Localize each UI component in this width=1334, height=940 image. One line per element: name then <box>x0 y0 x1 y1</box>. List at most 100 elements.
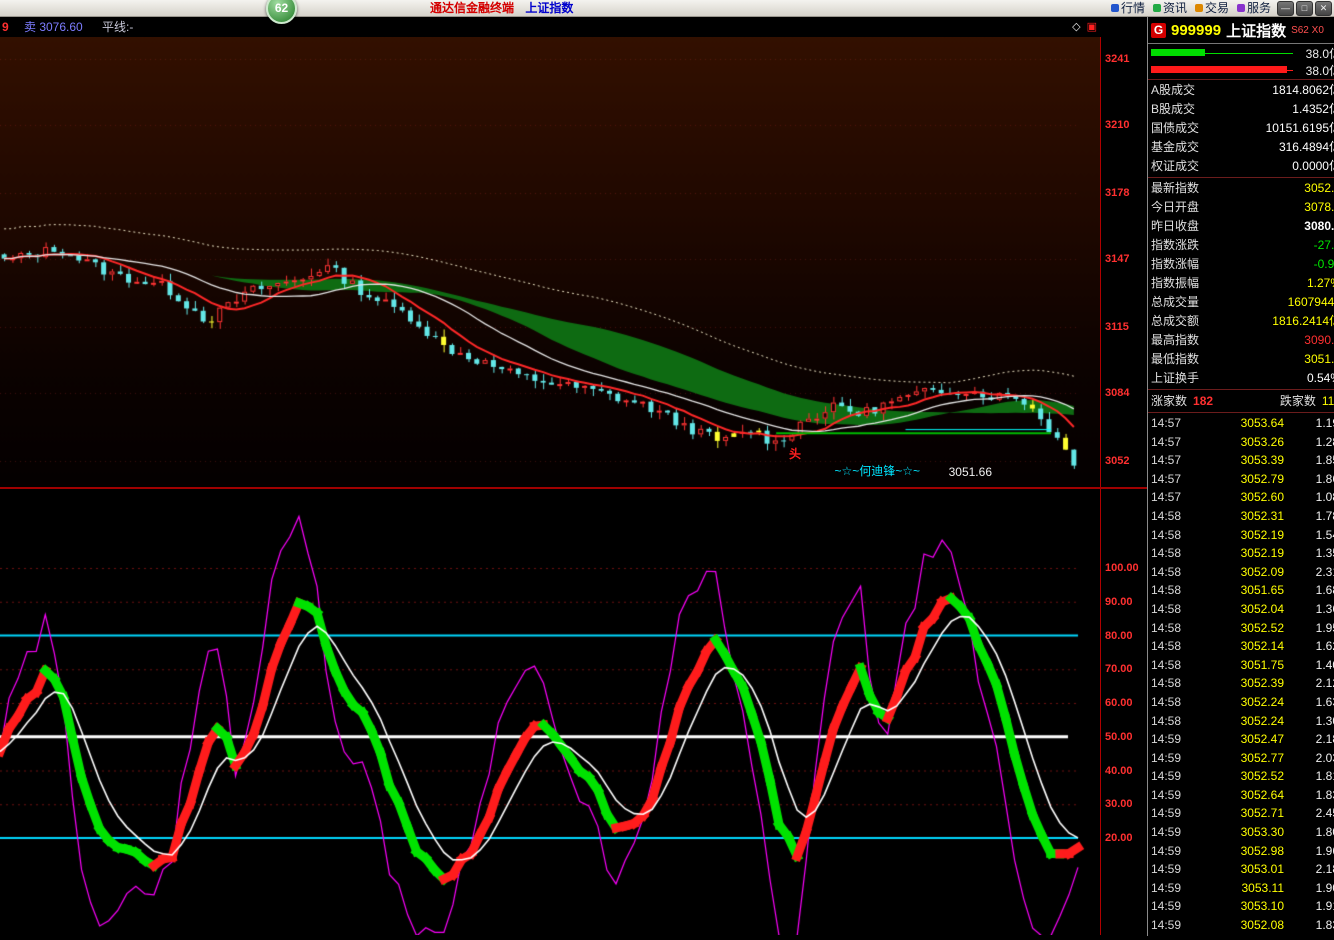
tick-row[interactable]: 14:58 3052.24 1.30 <box>1148 712 1334 731</box>
tick-volume: 1.80 <box>1315 825 1334 840</box>
tick-volume: 1.78 <box>1315 508 1334 523</box>
main-area: 9 卖 3076.60 平线:- ◇ ▣ ~☆~何迪锋~☆~ 3051.66 头… <box>0 17 1334 936</box>
tick-price: 3053.10 <box>1240 899 1284 914</box>
field-value: 1814.8062亿 <box>1272 83 1334 97</box>
tick-row[interactable]: 14:57 3052.79 1.86 <box>1148 470 1334 489</box>
index-row: 今日开盘 3078.1 <box>1148 198 1334 217</box>
tick-row[interactable]: 14:59 3053.11 1.90 <box>1148 879 1334 898</box>
field-value: -0.90 <box>1313 257 1334 271</box>
tick-row[interactable]: 14:59 3052.47 2.18 <box>1148 730 1334 749</box>
trade-icon <box>1194 4 1203 12</box>
index-row: 总成交量 16079445 <box>1148 293 1334 312</box>
field-label: 最新指数 <box>1151 181 1200 195</box>
market-breadth-row: 涨家数 182 跌家数 113 <box>1148 391 1334 411</box>
tick-volume: 1.36 <box>1315 601 1334 616</box>
tick-row[interactable]: 14:57 3053.64 1.19 <box>1148 414 1334 433</box>
minimize-button[interactable]: — <box>1277 0 1294 16</box>
window-subtitle: 上证指数 <box>525 1 574 15</box>
tick-row[interactable]: 14:59 3052.98 1.96 <box>1148 842 1334 861</box>
y-axis-tick-label: 3052 <box>1105 455 1130 467</box>
y-axis-tick-label: 30.00 <box>1105 798 1133 811</box>
tick-price: 3052.71 <box>1240 806 1284 821</box>
tick-time: 14:57 <box>1151 471 1182 486</box>
tick-row[interactable]: 14:58 3051.75 1.40 <box>1148 656 1334 675</box>
field-value: -27.7 <box>1313 238 1334 252</box>
decliners-label: 跌家数 <box>1279 394 1316 408</box>
tick-volume: 1.63 <box>1315 694 1334 709</box>
tick-row[interactable]: 14:58 3052.19 1.35 <box>1148 544 1334 563</box>
tick-row[interactable]: 14:58 3052.19 1.54 <box>1148 526 1334 545</box>
advancers-count: 182 <box>1193 394 1214 408</box>
field-value: 3052.7 <box>1304 181 1334 195</box>
index-row: 总成交额 1816.2414亿 <box>1148 312 1334 331</box>
tick-price: 3051.75 <box>1240 657 1284 672</box>
tick-row[interactable]: 14:59 3052.52 1.81 <box>1148 767 1334 786</box>
y-axis-tick-label: 3178 <box>1105 187 1130 199</box>
chart-header-icons: ◇ ▣ <box>1072 17 1097 37</box>
close-button[interactable]: ✕ <box>1315 0 1332 16</box>
field-value: 0.0000亿 <box>1292 159 1334 173</box>
tick-row[interactable]: 14:59 3052.64 1.83 <box>1148 786 1334 805</box>
tick-row[interactable]: 14:59 3053.30 1.80 <box>1148 823 1334 842</box>
stock-name[interactable]: 上证指数 <box>1226 20 1286 41</box>
tick-time: 14:59 <box>1151 732 1182 747</box>
tick-row[interactable]: 14:58 3052.04 1.36 <box>1148 600 1334 619</box>
quote-panel-header: G 999999 上证指数 S62 X0 <box>1148 17 1334 44</box>
field-label: 国债成交 <box>1151 121 1200 135</box>
tick-row[interactable]: 14:57 3053.26 1.28 <box>1148 433 1334 452</box>
tick-row[interactable]: 14:58 3052.24 1.63 <box>1148 693 1334 712</box>
tick-row[interactable]: 14:58 3052.09 2.31 <box>1148 563 1334 582</box>
diamond-icon[interactable]: ◇ <box>1072 17 1080 37</box>
tick-time: 14:58 <box>1151 527 1182 542</box>
tick-time: 14:59 <box>1151 862 1182 877</box>
tick-row[interactable]: 14:58 3051.65 1.68 <box>1148 581 1334 600</box>
advancers-label: 涨家数 <box>1151 394 1188 408</box>
field-label: 今日开盘 <box>1151 200 1200 214</box>
tick-row[interactable]: 14:59 3052.71 2.45 <box>1148 804 1334 823</box>
tick-volume: 2.12 <box>1315 676 1334 691</box>
tick-price: 3053.11 <box>1241 880 1285 895</box>
y-axis-tick-label: 60.00 <box>1105 697 1133 709</box>
menu-item-交易[interactable]: 交易 <box>1194 0 1229 16</box>
gauge-row-buy: 38.0亿 <box>1148 44 1334 61</box>
tick-row[interactable]: 14:57 3052.60 1.08 <box>1148 488 1334 507</box>
window-title: 通达信金融终端 上证指数 <box>430 0 573 16</box>
tick-volume: 1.91 <box>1315 899 1334 914</box>
tick-row[interactable]: 14:59 3053.10 1.91 <box>1148 897 1334 916</box>
menu-item-label: 行情 <box>1120 1 1145 15</box>
candlestick-chart-canvas[interactable] <box>0 37 1100 487</box>
tick-time: 14:59 <box>1151 843 1182 858</box>
maximize-button[interactable]: □ <box>1296 0 1313 16</box>
field-label: A股成交 <box>1151 83 1196 97</box>
tick-volume: 2.31 <box>1315 564 1334 579</box>
menu-item-label: 服务 <box>1246 1 1271 15</box>
menu-item-行情[interactable]: 行情 <box>1110 0 1145 16</box>
tick-time: 14:58 <box>1151 657 1182 672</box>
separator <box>1148 177 1334 178</box>
buy-sell-gauges: 38.0亿 38.0亿 <box>1148 44 1334 78</box>
y-axis-tick-label: 40.00 <box>1105 764 1133 777</box>
tick-row[interactable]: 14:59 3052.77 2.03 <box>1148 749 1334 768</box>
tick-row[interactable]: 14:58 3052.52 1.95 <box>1148 619 1334 638</box>
tick-row[interactable]: 14:58 3052.31 1.78 <box>1148 507 1334 526</box>
volume-row: B股成交 1.4352亿 <box>1148 100 1334 119</box>
field-value: 3090.8 <box>1304 333 1334 347</box>
tick-price: 3052.09 <box>1240 564 1284 579</box>
tick-volume: 1.40 <box>1315 657 1334 672</box>
menu-item-服务[interactable]: 服务 <box>1236 0 1271 16</box>
tick-row[interactable]: 14:58 3052.14 1.62 <box>1148 637 1334 656</box>
chart-close-icon[interactable]: ▣ <box>1087 17 1097 37</box>
menu-item-资讯[interactable]: 资讯 <box>1152 0 1187 16</box>
decliners-count: 113 <box>1321 394 1334 408</box>
tick-row[interactable]: 14:58 3052.39 2.12 <box>1148 674 1334 693</box>
menu-item-label: 交易 <box>1204 1 1229 15</box>
stock-code[interactable]: 999999 <box>1171 22 1221 39</box>
tick-row[interactable]: 14:59 3052.08 1.83 <box>1148 916 1334 935</box>
field-value: 16079445 <box>1287 295 1334 309</box>
tick-row[interactable]: 14:59 3053.01 2.18 <box>1148 860 1334 879</box>
tick-time: 14:57 <box>1151 490 1182 505</box>
kdj-oscillator-canvas[interactable] <box>0 489 1100 935</box>
tick-price: 3052.39 <box>1240 676 1284 691</box>
tick-volume: 1.35 <box>1315 546 1334 561</box>
tick-row[interactable]: 14:57 3053.39 1.85 <box>1148 451 1334 470</box>
